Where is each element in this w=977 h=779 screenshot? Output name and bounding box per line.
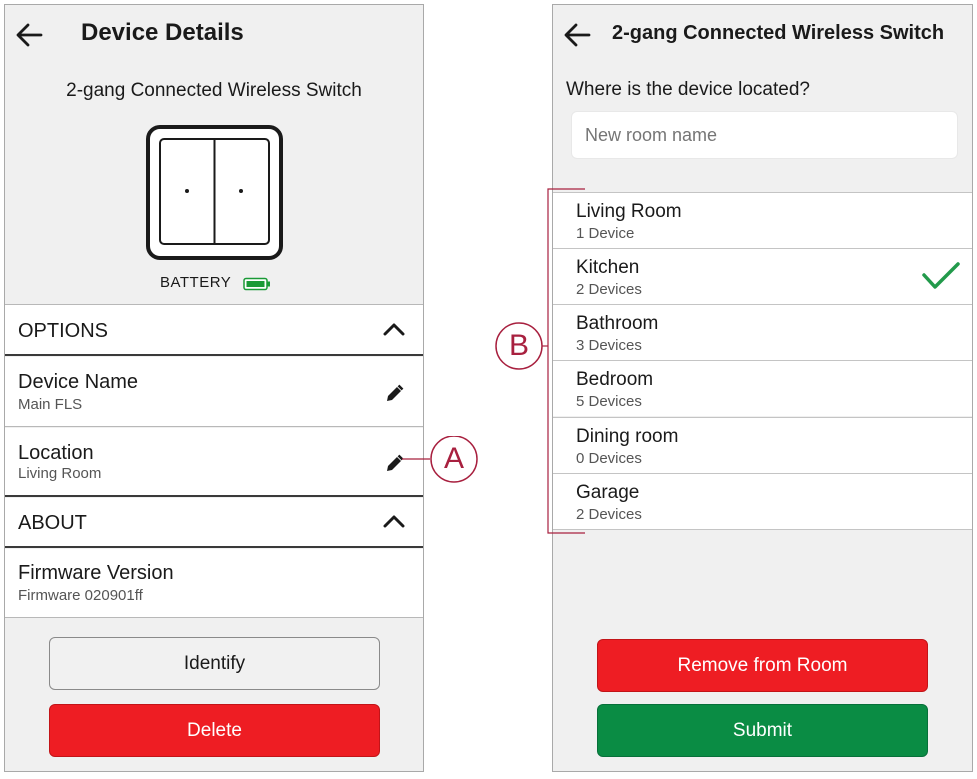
pencil-icon[interactable]	[384, 384, 404, 404]
room-item-living-room[interactable]: Living Room 1 Device	[553, 192, 972, 248]
location-value: Living Room	[18, 465, 102, 482]
chevron-up-icon[interactable]	[383, 322, 405, 336]
room-name: Bedroom	[576, 369, 654, 390]
remove-from-room-button[interactable]: Remove from Room	[597, 639, 928, 692]
about-section-header[interactable]: ABOUT	[5, 498, 423, 548]
room-list: Living Room 1 Device Kitchen 2 Devices B…	[553, 192, 972, 530]
page-title: Device Details	[81, 19, 244, 46]
delete-button[interactable]: Delete	[49, 704, 380, 757]
room-item-bedroom[interactable]: Bedroom 5 Devices	[553, 360, 972, 416]
battery-label: BATTERY	[160, 274, 232, 291]
room-item-garage[interactable]: Garage 2 Devices	[553, 473, 972, 529]
back-arrow-icon[interactable]	[563, 23, 591, 47]
location-select-screen: 2-gang Connected Wireless Switch Where i…	[552, 4, 973, 772]
firmware-label: Firmware Version	[18, 562, 174, 584]
location-label: Location	[18, 442, 94, 464]
room-item-kitchen[interactable]: Kitchen 2 Devices	[553, 248, 972, 304]
back-arrow-icon[interactable]	[15, 23, 43, 47]
firmware-value: Firmware 020901ff	[18, 587, 143, 604]
about-header-label: ABOUT	[18, 512, 87, 534]
battery-icon	[243, 277, 270, 291]
device-details-screen: Device Details 2-gang Connected Wireless…	[4, 4, 424, 772]
options-section-header[interactable]: OPTIONS	[5, 304, 423, 356]
room-item-bathroom[interactable]: Bathroom 3 Devices	[553, 304, 972, 360]
options-header-label: OPTIONS	[18, 320, 109, 342]
location-question: Where is the device located?	[566, 79, 810, 100]
pencil-icon[interactable]	[384, 454, 404, 474]
chevron-up-icon[interactable]	[383, 514, 405, 528]
room-name: Bathroom	[576, 313, 659, 334]
room-name: Dining room	[576, 426, 679, 447]
room-item-dining-room[interactable]: Dining room 0 Devices	[553, 417, 972, 473]
checkmark-icon	[922, 262, 960, 289]
page-title: 2-gang Connected Wireless Switch	[612, 22, 945, 44]
device-name-row[interactable]: Device Name Main FLS	[5, 357, 423, 427]
callout-b-label: B	[508, 329, 529, 362]
location-row[interactable]: Location Living Room	[5, 428, 423, 497]
submit-button[interactable]: Submit	[597, 704, 928, 757]
new-room-name-input[interactable]	[571, 111, 958, 159]
device-name-label: Device Name	[18, 371, 139, 393]
firmware-row: Firmware Version Firmware 020901ff	[5, 549, 423, 618]
device-name-heading: 2-gang Connected Wireless Switch	[66, 80, 362, 101]
switch-device-icon	[146, 125, 283, 260]
callout-a-label: A	[443, 442, 464, 475]
identify-button[interactable]: Identify	[49, 637, 380, 690]
room-name: Living Room	[576, 201, 682, 222]
device-name-value: Main FLS	[18, 396, 83, 413]
